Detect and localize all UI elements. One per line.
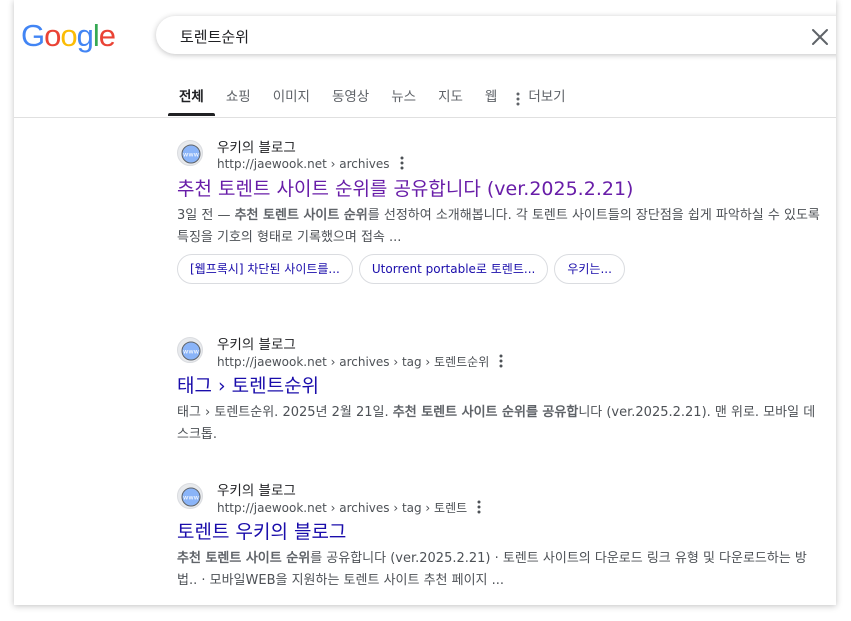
logo-letter: g xyxy=(76,18,94,53)
tabs-divider xyxy=(14,117,836,118)
sitelink-chips: [웹프록시] 차단된 사이트를... Utorrent portable로 토렌… xyxy=(177,254,822,284)
globe-icon: www xyxy=(177,483,203,509)
snippet-highlight: 추천 토렌트 사이트 순위를 공유합 xyxy=(392,405,579,420)
more-options-icon[interactable] xyxy=(477,500,481,517)
tab-all[interactable]: 전체 xyxy=(168,86,215,116)
more-options-icon[interactable] xyxy=(499,354,503,371)
tab-maps[interactable]: 지도 xyxy=(427,86,474,116)
tab-web[interactable]: 웹 xyxy=(474,86,508,116)
search-input[interactable] xyxy=(178,24,742,48)
url-text: http://jaewook.net › archives xyxy=(217,157,390,171)
url-text: http://jaewook.net › archives › tag › 토렌… xyxy=(217,355,490,369)
result-url: http://jaewook.net › archives xyxy=(217,156,404,173)
snippet-text: 태그 › 토렌트순위. 2025년 2월 21일. xyxy=(177,405,393,420)
site-name: 우키의 블로그 xyxy=(217,337,296,353)
search-result: www 우키의 블로그 http://jaewook.net › archive… xyxy=(177,333,822,446)
result-url: http://jaewook.net › archives › tag › 토렌… xyxy=(217,353,503,371)
search-box xyxy=(156,16,836,54)
sitelink-chip[interactable]: [웹프록시] 차단된 사이트를... xyxy=(177,254,353,284)
result-url: http://jaewook.net › archives › tag › 토렌… xyxy=(217,499,481,517)
result-source: www 우키의 블로그 http://jaewook.net › archive… xyxy=(177,479,822,517)
tab-news[interactable]: 뉴스 xyxy=(380,86,427,116)
snippet-highlight: 추천 토렌트 사이트 순위 xyxy=(234,208,368,223)
sitelink-chip[interactable]: Utorrent portable로 토렌트... xyxy=(358,254,549,284)
tab-videos[interactable]: 동영상 xyxy=(321,86,380,116)
globe-icon: www xyxy=(177,140,203,166)
svg-text:www: www xyxy=(183,494,200,502)
result-title-link[interactable]: 토렌트 우키의 블로그 xyxy=(177,519,822,545)
tab-more-label: 더보기 xyxy=(528,89,566,105)
search-result: www 우키의 블로그 http://jaewook.net › archive… xyxy=(177,136,822,284)
logo-letter: o xyxy=(60,18,77,53)
search-tabs: 전체 쇼핑 이미지 동영상 뉴스 지도 웹 더보기 xyxy=(168,86,577,118)
snippet-highlight: 추천 토렌트 사이트 순위 xyxy=(177,551,311,566)
site-name: 우키의 블로그 xyxy=(217,483,296,499)
snippet-text: 3일 전 — xyxy=(177,208,235,223)
tab-images[interactable]: 이미지 xyxy=(262,86,321,116)
result-snippet: 추천 토렌트 사이트 순위를 공유합니다 (ver.2025.2.21) · 토… xyxy=(177,548,822,592)
tab-more[interactable]: 더보기 xyxy=(508,86,576,116)
google-logo[interactable]: Google xyxy=(21,18,116,54)
more-options-icon[interactable] xyxy=(400,156,404,173)
result-title-link[interactable]: 태그 › 토렌트순위 xyxy=(177,373,822,399)
search-results-page: Google 전체 쇼핑 이미지 동영상 뉴스 지도 웹 더보기 www 우키의… xyxy=(14,0,836,605)
search-result: www 우키의 블로그 http://jaewook.net › archive… xyxy=(177,479,822,592)
tab-shopping[interactable]: 쇼핑 xyxy=(215,86,262,116)
site-name: 우키의 블로그 xyxy=(217,140,296,156)
logo-letter: G xyxy=(21,18,45,53)
svg-text:www: www xyxy=(183,151,200,159)
result-source: www 우키의 블로그 http://jaewook.net › archive… xyxy=(177,333,822,371)
more-vert-icon xyxy=(516,91,520,113)
result-title-link[interactable]: 추천 토렌트 사이트 순위를 공유합니다 (ver.2025.2.21) xyxy=(177,176,822,202)
globe-icon: www xyxy=(177,337,203,363)
logo-letter: o xyxy=(44,18,61,53)
clear-icon[interactable] xyxy=(808,25,832,49)
result-snippet: 태그 › 토렌트순위. 2025년 2월 21일. 추천 토렌트 사이트 순위를… xyxy=(177,402,822,446)
url-text: http://jaewook.net › archives › tag › 토렌… xyxy=(217,501,468,515)
svg-text:www: www xyxy=(183,348,200,356)
result-snippet: 3일 전 — 추천 토렌트 사이트 순위를 선정하여 소개해봅니다. 각 토렌트… xyxy=(177,205,822,249)
logo-letter: e xyxy=(98,18,116,53)
sitelink-chip[interactable]: 우키는... xyxy=(554,254,625,284)
result-source: www 우키의 블로그 http://jaewook.net › archive… xyxy=(177,136,822,174)
